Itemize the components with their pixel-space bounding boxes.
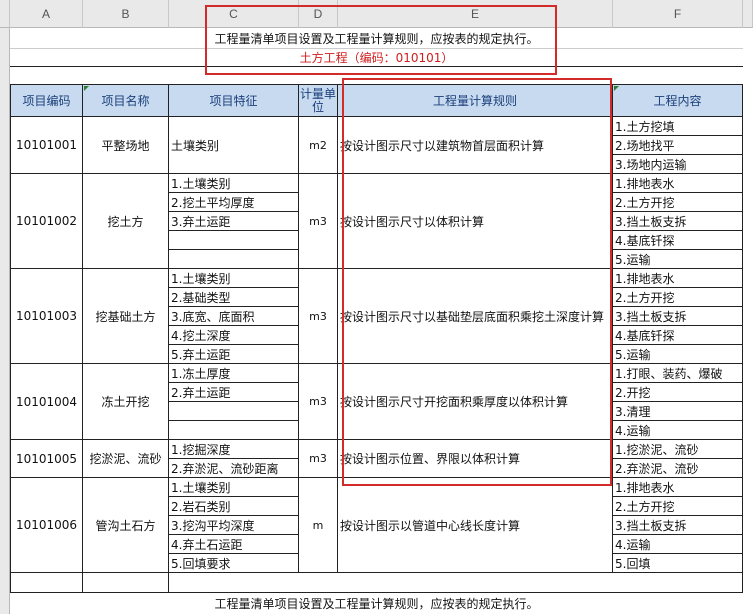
content-cell[interactable]: 3.挡土板支拆 bbox=[613, 212, 743, 231]
unit-cell[interactable]: m3 bbox=[299, 440, 338, 478]
feature-cell[interactable]: 4.弃土石运距 bbox=[169, 535, 299, 554]
content-cell[interactable]: 4.基底钎探 bbox=[613, 326, 743, 345]
content-cell[interactable]: 1.排地表水 bbox=[613, 269, 743, 288]
content-cell[interactable]: 5.回填 bbox=[613, 554, 743, 573]
feature-cell[interactable]: 1.冻土厚度 bbox=[169, 364, 299, 383]
footer-line[interactable]: 工程量清单项目设置及工程量计算规则，应按表的规定执行。 bbox=[10, 593, 743, 614]
feature-cell[interactable] bbox=[169, 402, 299, 421]
header-rule[interactable]: 工程量计算规则 bbox=[338, 85, 613, 117]
feature-cell[interactable]: 5.弃土运距 bbox=[169, 345, 299, 364]
content-cell[interactable]: 1.挖淤泥、流砂 bbox=[613, 440, 743, 459]
cell-comment-marker-icon bbox=[614, 86, 619, 91]
rule-cell[interactable]: 按设计图示尺寸开挖面积乘厚度以体积计算 bbox=[338, 364, 613, 440]
content-cell[interactable]: 1.排地表水 bbox=[613, 174, 743, 193]
rule-cell[interactable]: 按设计图示位置、界限以体积计算 bbox=[338, 440, 613, 478]
header-code[interactable]: 项目编码 bbox=[10, 85, 83, 117]
content-cell[interactable]: 2.土方开挖 bbox=[613, 497, 743, 516]
column-header-e[interactable]: E bbox=[338, 0, 613, 28]
feature-cell[interactable]: 1.挖掘深度 bbox=[169, 440, 299, 459]
spreadsheet: A B C D E F 工程量清单项目设置及工程量计算规则，应按表的规定执行。 土方工程（编码… bbox=[0, 0, 753, 614]
content-cell[interactable]: 2.场地找平 bbox=[613, 136, 743, 155]
feature-cell[interactable]: 4.挖土深度 bbox=[169, 326, 299, 345]
column-header-b[interactable]: B bbox=[83, 0, 169, 28]
column-header-a[interactable]: A bbox=[10, 0, 83, 28]
rule-cell[interactable]: 按设计图示尺寸以体积计算 bbox=[338, 174, 613, 269]
unit-cell[interactable]: m3 bbox=[299, 174, 338, 269]
feature-cell[interactable]: 3.挖沟平均深度 bbox=[169, 516, 299, 535]
feature-cell[interactable]: 2.岩石类别 bbox=[169, 497, 299, 516]
content-cell[interactable]: 5.运输 bbox=[613, 345, 743, 364]
item-name[interactable]: 挖土方 bbox=[83, 174, 169, 269]
content-cell[interactable]: 3.挡土板支拆 bbox=[613, 307, 743, 326]
item-code[interactable]: 10101006 bbox=[10, 478, 83, 573]
cell-comment-marker-icon bbox=[84, 86, 89, 91]
content-cell[interactable]: 1.土方挖填 bbox=[613, 117, 743, 136]
item-code[interactable]: 10101005 bbox=[10, 440, 83, 478]
item-name[interactable]: 冻土开挖 bbox=[83, 364, 169, 440]
item-code[interactable]: 10101004 bbox=[10, 364, 83, 440]
content-cell[interactable]: 3.挡土板支拆 bbox=[613, 516, 743, 535]
unit-cell[interactable]: m2 bbox=[299, 117, 338, 174]
content-cell[interactable]: 1.打眼、装药、爆破 bbox=[613, 364, 743, 383]
feature-cell[interactable]: 2.基础类型 bbox=[169, 288, 299, 307]
corner-cell[interactable] bbox=[0, 0, 10, 28]
content-cell[interactable]: 1.排地表水 bbox=[613, 478, 743, 497]
header-unit[interactable]: 计量单位 bbox=[299, 85, 338, 117]
rule-cell[interactable]: 按设计图示尺寸以基础垫层底面积乘挖土深度计算 bbox=[338, 269, 613, 364]
feature-cell[interactable] bbox=[169, 250, 299, 269]
column-header-d[interactable]: D bbox=[299, 0, 338, 28]
column-header-c[interactable]: C bbox=[169, 0, 299, 28]
unit-cell[interactable]: m3 bbox=[299, 364, 338, 440]
title-line[interactable]: 工程量清单项目设置及工程量计算规则，应按表的规定执行。 bbox=[10, 29, 743, 49]
item-code[interactable]: 10101003 bbox=[10, 269, 83, 364]
content-cell[interactable]: 3.场地内运输 bbox=[613, 155, 743, 174]
content-cell[interactable]: 4.运输 bbox=[613, 421, 743, 440]
row-header-strip[interactable] bbox=[0, 28, 10, 614]
unit-cell[interactable]: m bbox=[299, 478, 338, 573]
feature-cell[interactable]: 3.底宽、底面积 bbox=[169, 307, 299, 326]
feature-cell[interactable]: 1.土壤类别 bbox=[169, 478, 299, 497]
blank-row-2-c[interactable] bbox=[169, 573, 743, 593]
unit-cell[interactable]: m3 bbox=[299, 269, 338, 364]
content-cell[interactable]: 2.弃淤泥、流砂 bbox=[613, 459, 743, 478]
content-cell[interactable]: 2.土方开挖 bbox=[613, 193, 743, 212]
content-cell[interactable]: 4.运输 bbox=[613, 535, 743, 554]
subtitle-line[interactable]: 土方工程（编码：010101） bbox=[10, 49, 743, 67]
column-header-f[interactable]: F bbox=[613, 0, 743, 28]
item-code[interactable]: 10101002 bbox=[10, 174, 83, 269]
feature-cell[interactable]: 3.弃土运距 bbox=[169, 212, 299, 231]
feature-cell[interactable] bbox=[169, 231, 299, 250]
header-name[interactable]: 项目名称 bbox=[83, 85, 169, 117]
content-cell[interactable]: 5.运输 bbox=[613, 250, 743, 269]
feature-cell[interactable]: 2.弃土运距 bbox=[169, 383, 299, 402]
column-header-filler bbox=[743, 0, 753, 28]
feature-cell[interactable]: 土壤类别 bbox=[169, 117, 299, 174]
feature-cell[interactable]: 5.回填要求 bbox=[169, 554, 299, 573]
header-feature[interactable]: 项目特征 bbox=[169, 85, 299, 117]
content-cell[interactable]: 2.土方开挖 bbox=[613, 288, 743, 307]
rule-cell[interactable]: 按设计图示以管道中心线长度计算 bbox=[338, 478, 613, 573]
item-name[interactable]: 管沟土石方 bbox=[83, 478, 169, 573]
feature-cell[interactable]: 1.土壤类别 bbox=[169, 269, 299, 288]
feature-cell[interactable]: 2.弃淤泥、流砂距离 bbox=[169, 459, 299, 478]
feature-cell[interactable]: 2.挖土平均厚度 bbox=[169, 193, 299, 212]
content-cell[interactable]: 2.开挖 bbox=[613, 383, 743, 402]
blank-row-2-b[interactable] bbox=[83, 573, 169, 593]
content-cell[interactable]: 4.基底钎探 bbox=[613, 231, 743, 250]
feature-cell[interactable] bbox=[169, 421, 299, 440]
item-name[interactable]: 挖基础土方 bbox=[83, 269, 169, 364]
item-name[interactable]: 挖淤泥、流砂 bbox=[83, 440, 169, 478]
blank-row-2-a[interactable] bbox=[10, 573, 83, 593]
rule-cell[interactable]: 按设计图示尺寸以建筑物首层面积计算 bbox=[338, 117, 613, 174]
content-cell[interactable]: 3.清理 bbox=[613, 402, 743, 421]
item-code[interactable]: 10101001 bbox=[10, 117, 83, 174]
feature-cell[interactable]: 1.土壤类别 bbox=[169, 174, 299, 193]
item-name[interactable]: 平整场地 bbox=[83, 117, 169, 174]
blank-row-1[interactable] bbox=[10, 67, 743, 85]
header-content[interactable]: 工程内容 bbox=[613, 85, 743, 117]
